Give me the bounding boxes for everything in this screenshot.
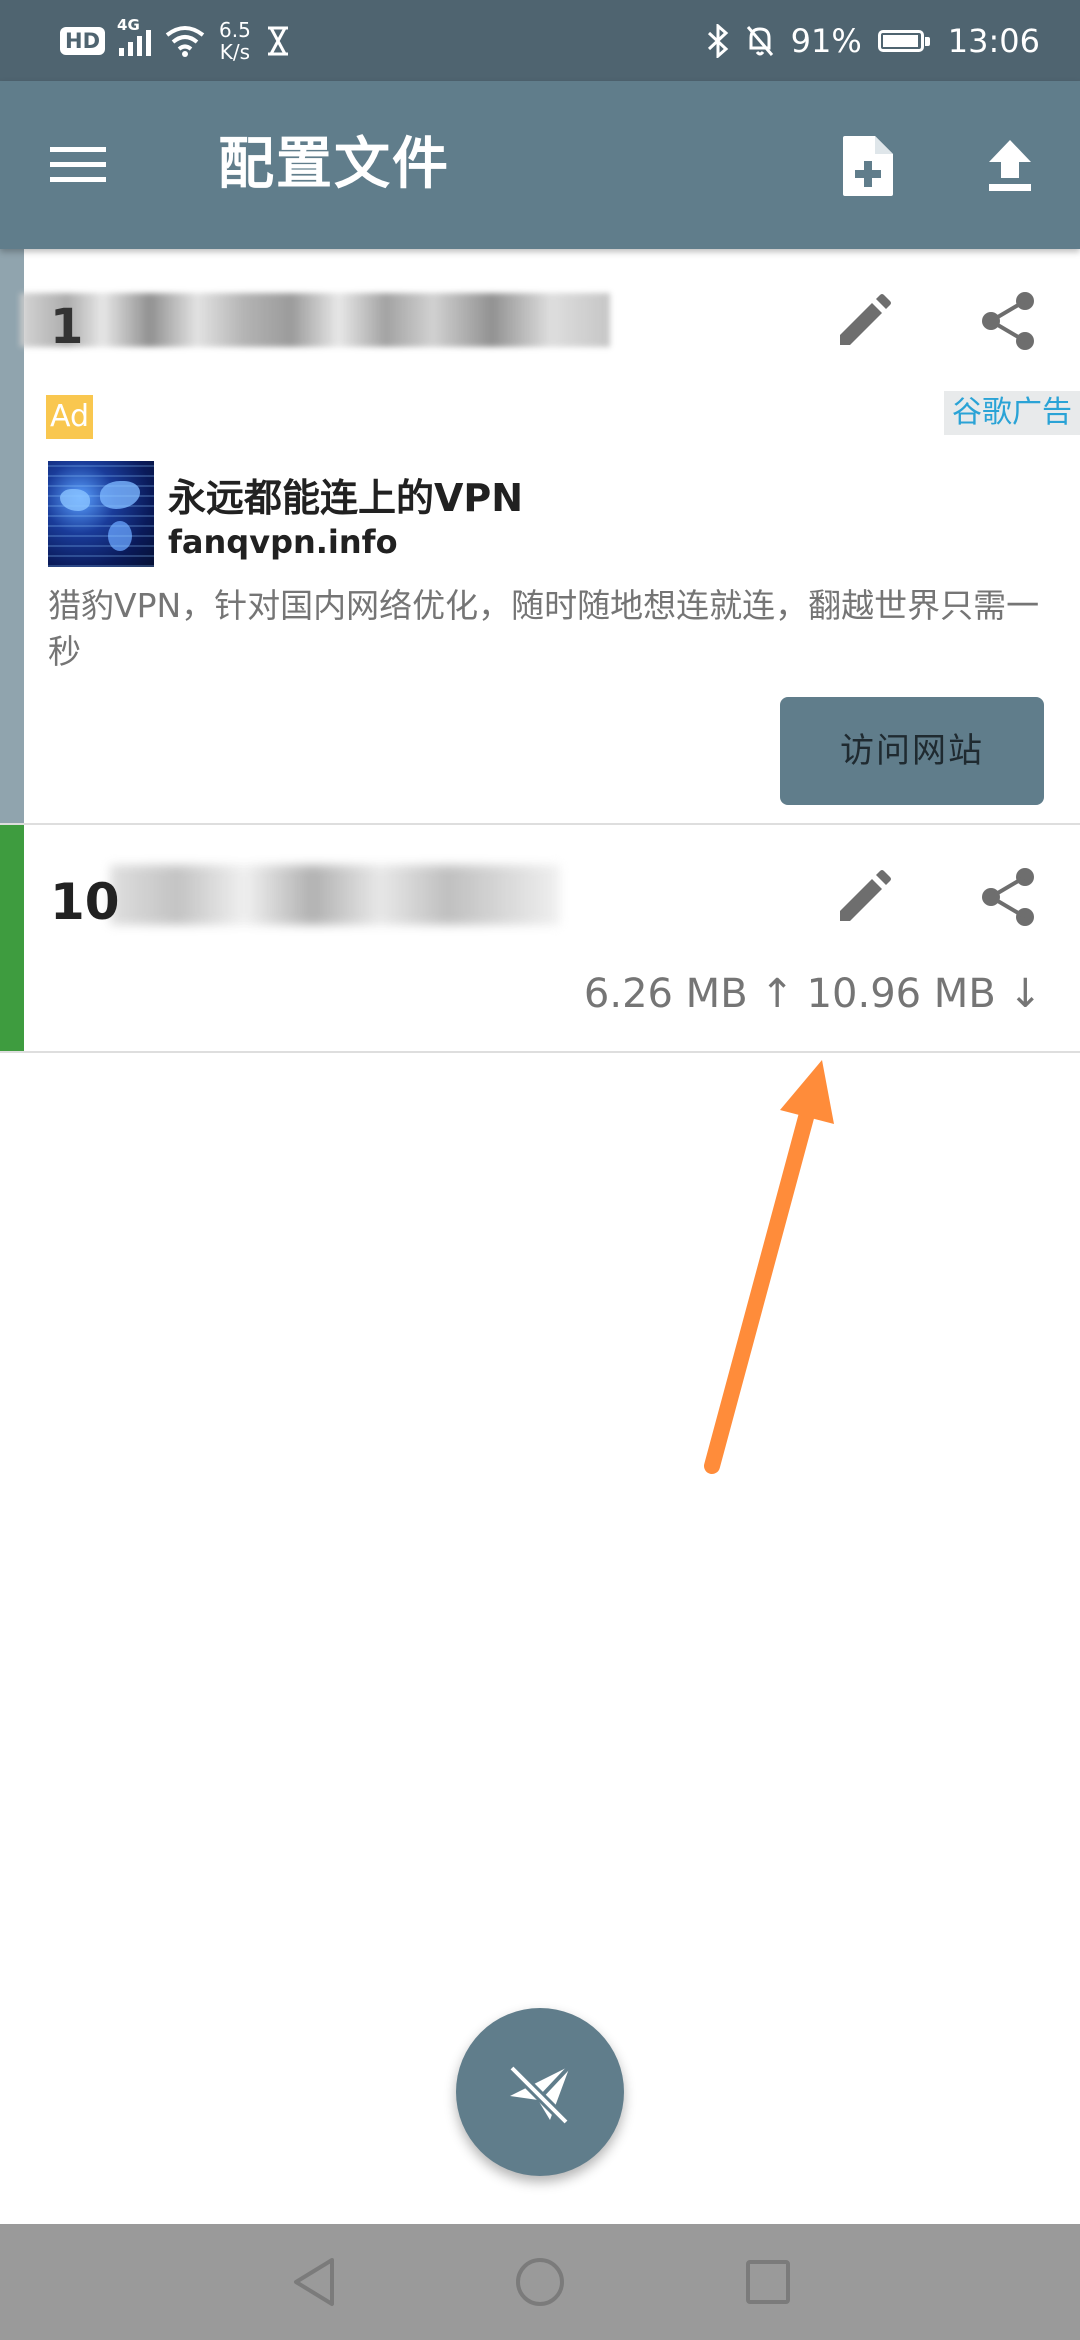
upload-icon: [989, 140, 1031, 191]
recents-button[interactable]: [736, 2250, 800, 2314]
wifi-icon: [165, 26, 205, 57]
ad-domain[interactable]: fanqvpn.info: [168, 523, 398, 561]
edit-button[interactable]: [824, 857, 904, 937]
ad-provider-label[interactable]: 谷歌广告: [944, 391, 1080, 435]
upload-button[interactable]: [970, 126, 1050, 206]
hd-icon: HD: [60, 27, 106, 55]
pencil-icon: [840, 294, 891, 345]
mute-bell-icon: [746, 26, 773, 56]
ad-title[interactable]: 永远都能连上的VPN: [168, 467, 523, 522]
visit-website-button[interactable]: 访问网站: [780, 697, 1044, 805]
share-icon: [982, 868, 1034, 926]
page-title: 配置文件: [218, 132, 450, 197]
bluetooth-icon: [707, 24, 728, 58]
back-button[interactable]: [282, 2250, 346, 2314]
clock: 13:06: [947, 22, 1040, 60]
battery-percent: 91%: [790, 22, 862, 60]
ad-image[interactable]: [48, 461, 154, 567]
share-icon: [982, 292, 1034, 350]
connect-fab[interactable]: [456, 2008, 624, 2176]
ad-description: 猎豹VPN，针对国内网络优化，随时随地想连就连，翻越世界只需一秒: [48, 586, 1040, 671]
profile-status-stripe-active: [0, 825, 24, 1051]
profile-name-redacted: [110, 865, 560, 925]
profile-name-redacted: [20, 293, 610, 347]
pencil-icon: [840, 870, 891, 921]
back-icon: [294, 2258, 334, 2306]
new-profile-button[interactable]: [828, 126, 908, 206]
home-icon: [516, 2258, 564, 2306]
menu-icon: [50, 147, 106, 182]
paper-plane-off-icon: [508, 2064, 572, 2126]
battery-icon: [877, 30, 930, 52]
profile-card[interactable]: 1 Ad 谷歌广告 永远都能连上的VPN fanqvpn.info 猎豹VPN，…: [0, 249, 1080, 825]
status-bar: HD 4G 6.5 K/s 91% 13:06: [0, 0, 1080, 81]
profile-name: 10: [50, 873, 120, 931]
menu-button[interactable]: [38, 125, 118, 205]
system-nav-bar: [0, 2224, 1080, 2340]
signal-icon: 4G: [117, 16, 152, 56]
edit-button[interactable]: [824, 281, 904, 361]
new-file-icon: [843, 136, 893, 196]
profile-name: 1: [50, 299, 84, 355]
share-button[interactable]: [968, 857, 1048, 937]
ad-badge: Ad: [46, 395, 93, 439]
hourglass-icon: [267, 26, 288, 56]
network-speed: 6.5 K/s: [219, 18, 251, 64]
recents-icon: [746, 2260, 790, 2304]
profile-card-active[interactable]: 10 6.26 MB ↑ 10.96 MB ↓: [0, 825, 1080, 1053]
app-bar: 配置文件: [0, 81, 1080, 249]
home-button[interactable]: [508, 2250, 572, 2314]
share-button[interactable]: [968, 281, 1048, 361]
traffic-stats: 6.26 MB ↑ 10.96 MB ↓: [583, 971, 1042, 1017]
